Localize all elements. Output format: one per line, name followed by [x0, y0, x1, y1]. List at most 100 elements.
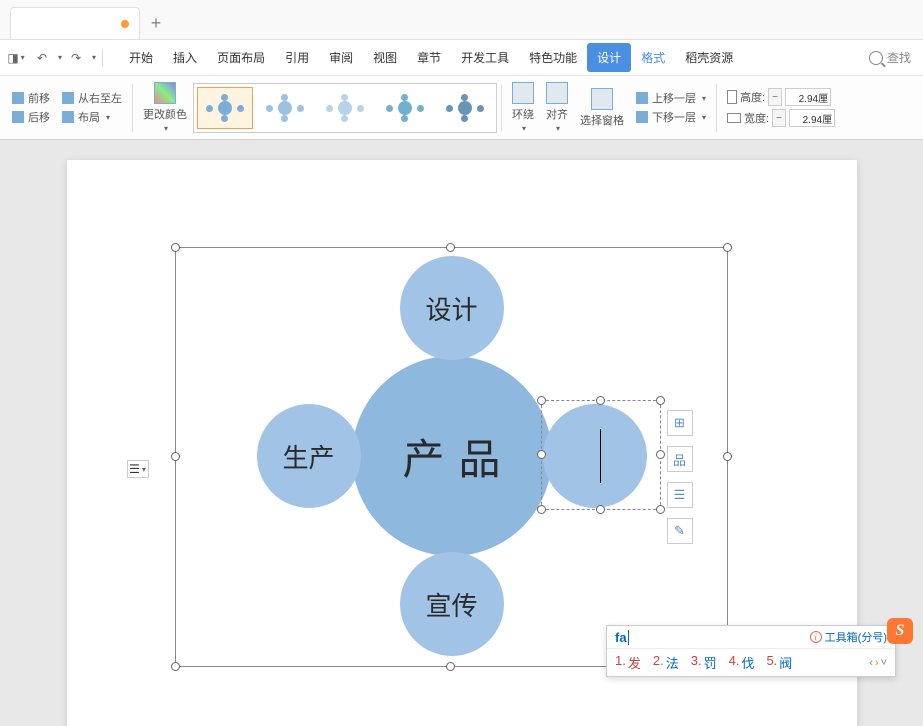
redo-dropdown-icon[interactable]: ▾ [92, 53, 96, 62]
undo-dropdown-icon[interactable]: ▾ [58, 53, 62, 62]
document-tab[interactable] [10, 7, 140, 39]
redo-button[interactable]: ↷ [64, 46, 88, 70]
new-tab-button[interactable]: + [140, 7, 172, 39]
info-icon: i [810, 631, 822, 643]
separator-icon [716, 84, 717, 132]
smartart-style-gallery [193, 83, 497, 133]
tab-chapter[interactable]: 章节 [407, 43, 451, 72]
resize-handle-icon[interactable] [723, 243, 732, 252]
resize-handle-icon[interactable] [446, 662, 455, 671]
search-box[interactable]: 查找 [861, 46, 919, 69]
text-edit-frame[interactable] [541, 400, 661, 510]
resize-handle-icon[interactable] [171, 243, 180, 252]
resize-handle-icon[interactable] [171, 452, 180, 461]
width-icon [727, 113, 741, 123]
resize-handle-icon[interactable] [596, 396, 605, 405]
resize-handle-icon[interactable] [446, 243, 455, 252]
tab-references[interactable]: 引用 [275, 43, 319, 72]
ime-next-button[interactable]: › [875, 657, 879, 669]
style-option-5[interactable] [437, 87, 493, 129]
add-shape-button[interactable]: ⊞ [667, 410, 693, 436]
resize-handle-icon[interactable] [537, 450, 546, 459]
tab-insert[interactable]: 插入 [163, 43, 207, 72]
node-top[interactable]: 设计 [400, 256, 504, 360]
tab-view[interactable]: 视图 [363, 43, 407, 72]
node-center[interactable]: 产品 [352, 356, 552, 556]
rtl-button[interactable]: 从右至左 [62, 90, 122, 106]
height-input[interactable] [785, 88, 831, 106]
move-front-icon [12, 92, 24, 104]
layout-button[interactable]: 布局▾ [62, 109, 122, 125]
ime-page-nav: ‹ › ˅ [869, 657, 887, 669]
width-decrease-button[interactable]: − [772, 109, 786, 127]
ime-toolbox-hint[interactable]: i 工具箱(分号) [810, 629, 887, 645]
ime-candidate-2[interactable]: 2.法 [653, 653, 679, 672]
ime-composition-text: fa [615, 630, 629, 645]
document-tab-bar: + [0, 0, 923, 40]
smartart-float-toolbar: ⊞ 品 ☰ ✎ [667, 410, 693, 544]
move-group: 前移 后移 [6, 76, 56, 139]
resize-handle-icon[interactable] [656, 396, 665, 405]
tab-format[interactable]: 格式 [631, 43, 675, 72]
app-menu-button[interactable]: ◨▾ [4, 46, 28, 70]
selection-pane-button[interactable]: 选择窗格 [574, 84, 630, 132]
edit-style-button[interactable]: ✎ [667, 518, 693, 544]
width-input[interactable] [789, 109, 835, 127]
search-label: 查找 [887, 49, 911, 66]
selection-pane-icon [591, 88, 613, 110]
ime-prev-button[interactable]: ‹ [869, 657, 873, 669]
tab-developer[interactable]: 开发工具 [451, 43, 519, 72]
separator-icon [102, 49, 103, 67]
resize-handle-icon[interactable] [537, 505, 546, 514]
ime-candidate-5[interactable]: 5.阀 [766, 653, 792, 672]
resize-handle-icon[interactable] [656, 450, 665, 459]
color-icon [154, 82, 176, 104]
text-cursor-icon [600, 429, 601, 483]
align-button[interactable]: 对齐▾ [540, 78, 574, 137]
ime-candidate-3[interactable]: 3.罚 [691, 653, 717, 672]
height-row: 高度: − [727, 88, 835, 106]
move-back-icon [12, 111, 24, 123]
ribbon-tab-row: ◨▾ ↶ ▾ ↷ ▾ 开始 插入 页面布局 引用 审阅 视图 章节 开发工具 特… [0, 40, 923, 76]
tab-docer[interactable]: 稻壳资源 [675, 43, 743, 72]
style-option-3[interactable] [317, 87, 373, 129]
sogou-logo-icon: S [887, 618, 913, 644]
tab-page-layout[interactable]: 页面布局 [207, 43, 275, 72]
size-group: 高度: − 宽度: − [721, 76, 841, 139]
resize-handle-icon[interactable] [596, 505, 605, 514]
ime-candidate-4[interactable]: 4.伐 [729, 653, 755, 672]
change-color-button[interactable]: 更改颜色▾ [137, 78, 193, 137]
height-decrease-button[interactable]: − [768, 88, 782, 106]
change-layout-button[interactable]: 品 [667, 446, 693, 472]
search-icon [869, 51, 883, 65]
paragraph-options-button[interactable]: ☰▾ [127, 460, 149, 478]
tab-design[interactable]: 设计 [587, 43, 631, 72]
style-option-4[interactable] [377, 87, 433, 129]
resize-handle-icon[interactable] [723, 452, 732, 461]
tab-review[interactable]: 审阅 [319, 43, 363, 72]
node-left[interactable]: 生产 [257, 404, 361, 508]
tab-features[interactable]: 特色功能 [519, 43, 587, 72]
ime-candidate-1[interactable]: 1.发 [615, 653, 641, 672]
rtl-icon [62, 92, 74, 104]
separator-icon [132, 84, 133, 132]
wrap-button[interactable]: 环绕▾ [506, 78, 540, 137]
ribbon-toolbar: 前移 后移 从右至左 布局▾ 更改颜色▾ 环绕▾ 对齐▾ 选择窗格 上移一层▾ … [0, 76, 923, 140]
ime-more-button[interactable]: ˅ [881, 657, 887, 669]
height-icon [727, 90, 737, 104]
bring-forward-button[interactable]: 上移一层▾ [636, 90, 706, 106]
send-backward-button[interactable]: 下移一层▾ [636, 109, 706, 125]
resize-handle-icon[interactable] [171, 662, 180, 671]
resize-handle-icon[interactable] [537, 396, 546, 405]
item-options-button[interactable]: ☰ [667, 482, 693, 508]
style-option-1[interactable] [197, 87, 253, 129]
width-label: 宽度: [744, 110, 769, 126]
resize-handle-icon[interactable] [656, 505, 665, 514]
style-option-2[interactable] [257, 87, 313, 129]
move-front-button[interactable]: 前移 [12, 90, 50, 106]
move-back-button[interactable]: 后移 [12, 109, 50, 125]
separator-icon [501, 84, 502, 132]
tab-start[interactable]: 开始 [119, 43, 163, 72]
undo-button[interactable]: ↶ [30, 46, 54, 70]
node-bottom[interactable]: 宣传 [400, 552, 504, 656]
